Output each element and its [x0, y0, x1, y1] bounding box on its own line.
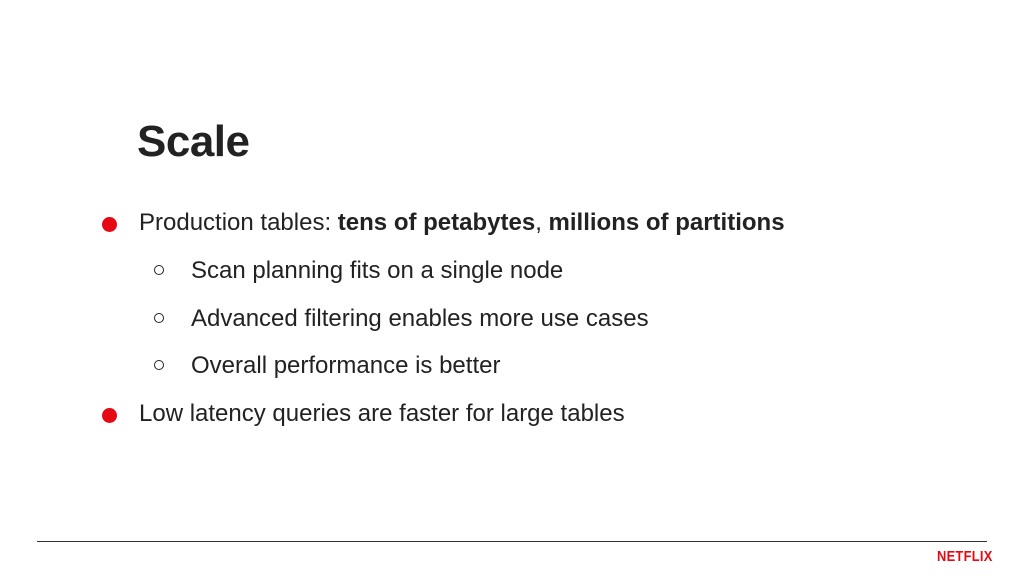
sub-bullet-text: Scan planning fits on a single node — [191, 257, 564, 284]
sub-bullet-text: Overall performance is better — [191, 352, 501, 379]
sub-bullet-circle-icon — [154, 360, 164, 370]
bullet-text: Low latency queries are faster for large… — [139, 400, 625, 427]
bullet-text-prefix: Production tables: — [139, 209, 338, 236]
netflix-logo: NETFLIX — [937, 548, 993, 565]
bullet-dot-icon — [102, 408, 117, 423]
bullet-text-bold: tens of petabytes — [337, 209, 536, 236]
sub-bullet-circle-icon — [154, 265, 164, 275]
bullet-text-separator: , — [535, 209, 549, 236]
slide-title: Scale — [137, 117, 250, 166]
sub-bullet-circle-icon — [154, 313, 164, 323]
bullet-item: Production tables: tens of petabytes, mi… — [0, 203, 1000, 243]
footer-divider — [37, 541, 987, 542]
bullet-text-bold: millions of partitions — [548, 209, 785, 236]
bullet-dot-icon — [102, 217, 117, 232]
sub-bullet-text: Advanced filtering enables more use case… — [191, 305, 649, 332]
bullet-text: Production tables: tens of petabytes, mi… — [139, 209, 785, 237]
sub-bullet-item: Overall performance is better — [0, 346, 1000, 386]
bullet-item: Low latency queries are faster for large… — [0, 394, 1000, 434]
slide: Scale Production tables: tens of petabyt… — [0, 0, 1024, 576]
sub-bullet-item: Advanced filtering enables more use case… — [0, 299, 1000, 339]
sub-bullet-item: Scan planning fits on a single node — [0, 251, 1000, 291]
